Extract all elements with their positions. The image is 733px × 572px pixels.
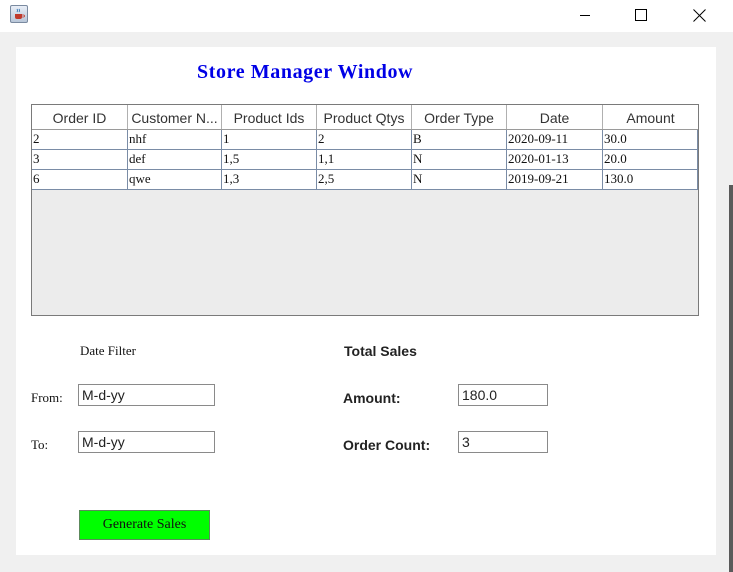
close-icon (692, 8, 706, 22)
cell-product-qtys[interactable]: 2 (317, 130, 412, 149)
order-count-field[interactable] (458, 431, 548, 453)
to-label: To: (31, 437, 49, 452)
java-cup-icon (10, 5, 28, 23)
to-date-input[interactable] (78, 431, 215, 453)
cell-product-qtys[interactable]: 2,5 (317, 170, 412, 189)
table-header: Order ID Customer N... Product Ids Produ… (32, 105, 698, 130)
page-title: Store Manager Window (197, 61, 414, 83)
amount-label: Amount: (343, 390, 401, 406)
cell-amount[interactable]: 130.0 (603, 170, 698, 189)
cell-order-type[interactable]: N (412, 170, 507, 189)
column-header-customer-name[interactable]: Customer N... (128, 105, 222, 129)
maximize-icon (635, 9, 647, 21)
total-sales-heading: Total Sales (344, 343, 417, 359)
cell-product-ids[interactable]: 1,3 (222, 170, 317, 189)
table-row[interactable]: 3 def 1,5 1,1 N 2020-01-13 20.0 (32, 150, 698, 170)
table-row[interactable]: 2 nhf 1 2 B 2020-09-11 30.0 (32, 130, 698, 150)
cell-customer-name[interactable]: qwe (128, 170, 222, 189)
cell-product-ids[interactable]: 1,5 (222, 150, 317, 169)
from-date-input[interactable] (78, 384, 215, 406)
table-row[interactable]: 6 qwe 1,3 2,5 N 2019-09-21 130.0 (32, 170, 698, 190)
cell-order-id[interactable]: 3 (32, 150, 128, 169)
cell-order-type[interactable]: N (412, 150, 507, 169)
close-button[interactable] (676, 0, 722, 30)
maximize-button[interactable] (618, 0, 664, 30)
cell-product-qtys[interactable]: 1,1 (317, 150, 412, 169)
background-window-edge (729, 185, 733, 572)
title-bar[interactable] (0, 0, 733, 32)
column-header-order-type[interactable]: Order Type (412, 105, 507, 129)
minimize-icon (580, 15, 590, 16)
cell-amount[interactable]: 20.0 (603, 150, 698, 169)
column-header-product-qtys[interactable]: Product Qtys (317, 105, 412, 129)
column-header-amount[interactable]: Amount (603, 105, 698, 129)
column-header-product-ids[interactable]: Product Ids (222, 105, 317, 129)
orders-table[interactable]: Order ID Customer N... Product Ids Produ… (31, 104, 699, 316)
amount-field[interactable] (458, 384, 548, 406)
cell-amount[interactable]: 30.0 (603, 130, 698, 149)
date-filter-heading: Date Filter (80, 343, 136, 358)
from-label: From: (31, 390, 63, 405)
minimize-button[interactable] (562, 0, 608, 30)
cell-product-ids[interactable]: 1 (222, 130, 317, 149)
generate-sales-button[interactable]: Generate Sales (79, 510, 210, 540)
column-header-date[interactable]: Date (507, 105, 603, 129)
cell-customer-name[interactable]: nhf (128, 130, 222, 149)
cell-date[interactable]: 2020-09-11 (507, 130, 603, 149)
cell-customer-name[interactable]: def (128, 150, 222, 169)
cell-order-id[interactable]: 6 (32, 170, 128, 189)
cell-order-type[interactable]: B (412, 130, 507, 149)
store-manager-window: Store Manager Window Order ID Customer N… (0, 0, 733, 572)
cell-date[interactable]: 2020-01-13 (507, 150, 603, 169)
cell-date[interactable]: 2019-09-21 (507, 170, 603, 189)
column-header-order-id[interactable]: Order ID (32, 105, 128, 129)
cell-order-id[interactable]: 2 (32, 130, 128, 149)
order-count-label: Order Count: (343, 437, 431, 453)
